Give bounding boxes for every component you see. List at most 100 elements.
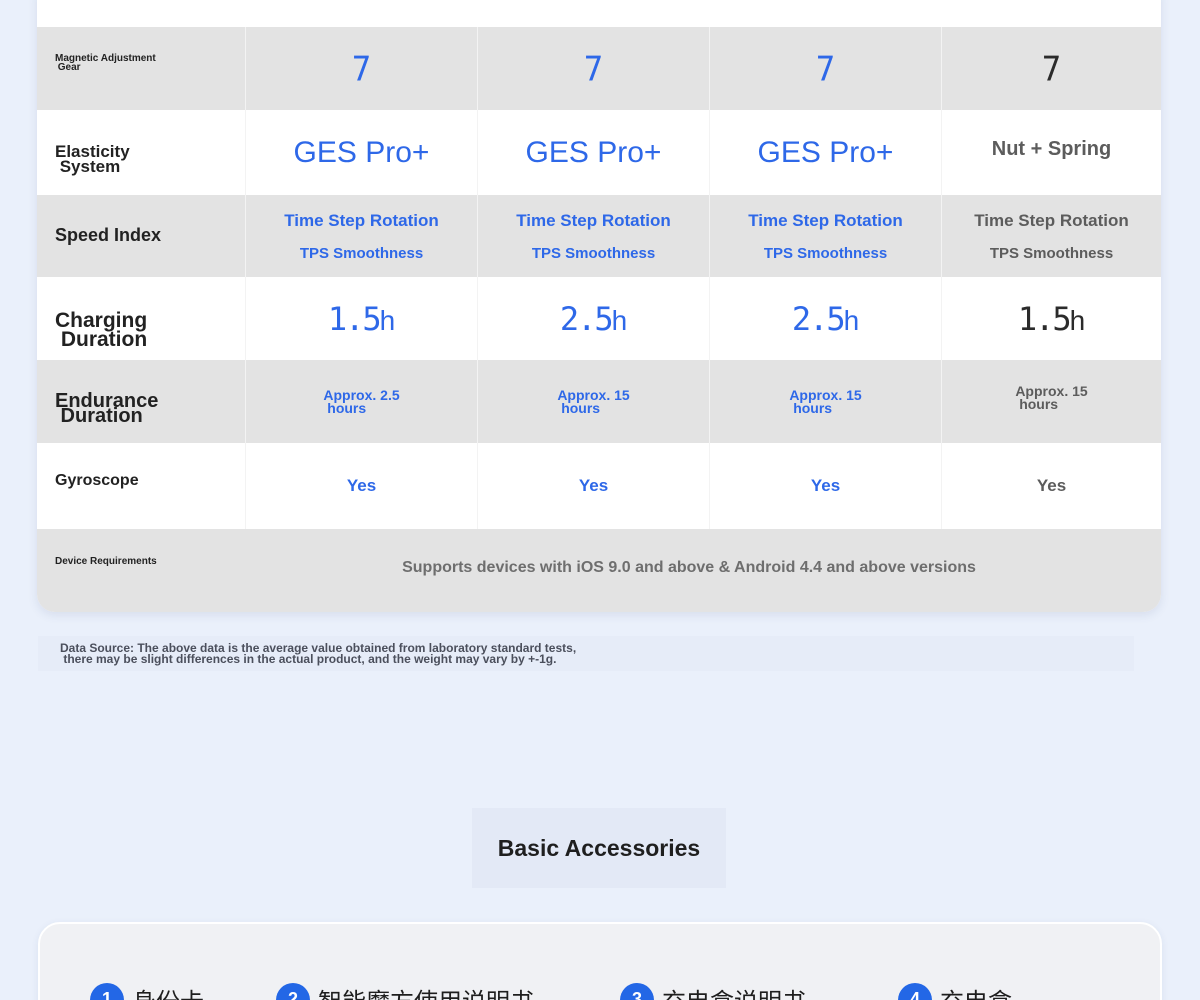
row-label: Elasticity System [37,110,246,195]
speed-secondary: TPS Smoothness [531,244,656,262]
charging-number: 1.5 [1017,299,1072,338]
table-cell: Yes [942,443,1161,529]
row-label-line: Duration [55,328,148,351]
charging-value: 2.5h [792,300,859,338]
endurance-line: hours [323,399,367,416]
row-label: Magnetic Adjustment Gear [37,27,246,110]
table-cell: GES Pro+ [478,110,710,195]
number-badge: 2 [276,982,310,1000]
row-label: Gyroscope [37,443,246,529]
table-row-magnetic-gear: Magnetic Adjustment Gear 7 7 7 7 [37,27,1161,110]
row-label-line: Duration [55,405,143,427]
gear-value: 7 [1041,48,1062,89]
charging-value: 2.5h [560,300,627,338]
speed-secondary: TPS Smoothness [299,244,424,262]
accessory-item: 4 充电盒 [898,982,1012,1000]
gear-value: 7 [583,48,604,89]
table-cell: Nut + Spring [942,110,1161,195]
requirements-text: Supports devices with iOS 9.0 and above … [402,559,976,576]
number-badge: 3 [620,982,654,1000]
gear-value: 7 [351,48,372,89]
row-label-line: Gear [55,62,81,73]
accessory-label: 充电盒 [940,982,1012,1000]
speed-primary: Time Step Rotation [974,210,1129,230]
gyroscope-value: Yes [1036,476,1067,495]
number-badge: 1 [90,982,124,1000]
row-label-line: System [55,157,121,176]
table-cell: Yes [710,443,942,529]
table-row-device-requirements: Device Requirements Supports devices wit… [37,529,1161,612]
table-row-elasticity: Elasticity System GES Pro+ GES Pro+ GES … [37,110,1161,195]
table-cell: Time Step Rotation TPS Smoothness [478,195,710,277]
table-cell: 7 [246,27,478,110]
row-label-line: Gyroscope [55,472,139,489]
endurance-line: hours [557,399,601,416]
table-cell: 1.5h [942,277,1161,360]
row-label: Speed Index [37,195,246,277]
charging-value: 1.5h [328,300,395,338]
accessory-item: 1 身份卡 [90,982,204,1000]
table-cell: Approx. 15 hours [478,360,710,443]
table-cell: 7 [710,27,942,110]
table-cell: GES Pro+ [246,110,478,195]
table-cell: Approx. 15 hours [710,360,942,443]
gear-value: 7 [815,48,836,89]
accessory-label: 身份卡 [132,982,204,1000]
table-cell: Approx. 2.5 hours [246,360,478,443]
speed-secondary: TPS Smoothness [763,244,888,262]
table-cell: Time Step Rotation TPS Smoothness [710,195,942,277]
charging-unit: h [611,304,628,336]
table-cell: Yes [478,443,710,529]
accessory-item: 2 智能魔方使用说明书 [276,982,534,1000]
charging-unit: h [1069,304,1086,336]
table-cell: 7 [942,27,1161,110]
endurance-line: hours [789,399,833,416]
table-row-speed-index: Speed Index Time Step Rotation TPS Smoot… [37,195,1161,277]
table-row-endurance-duration: Endurance Duration Approx. 2.5 hours App… [37,360,1161,443]
speed-primary: Time Step Rotation [284,210,439,230]
elasticity-value: GES Pro+ [525,135,662,169]
requirements-cell: Supports devices with iOS 9.0 and above … [37,529,1161,612]
section-title: Basic Accessories [497,834,701,861]
accessories-heading: Basic Accessories [472,808,726,888]
gyroscope-value: Yes [346,476,377,495]
spec-table: Magnetic Adjustment Gear 7 7 7 7 Elastic… [37,27,1161,612]
accessory-label: 充电盒说明书 [662,982,806,1000]
row-label: Endurance Duration [37,360,246,443]
charging-unit: h [843,304,860,336]
charging-value: 1.5h [1018,300,1085,338]
table-cell: GES Pro+ [710,110,942,195]
speed-primary: Time Step Rotation [748,210,903,230]
charging-number: 1.5 [327,299,382,338]
table-cell: Time Step Rotation TPS Smoothness [246,195,478,277]
elasticity-value: GES Pro+ [293,135,430,169]
charging-number: 2.5 [791,299,846,338]
data-source-footnote: Data Source: The above data is the avera… [38,636,1134,671]
number-badge: 4 [898,982,932,1000]
speed-secondary: TPS Smoothness [989,244,1114,262]
footnote-line: there may be slight differences in the a… [60,652,557,666]
table-row-gyroscope: Gyroscope Yes Yes Yes Yes [37,443,1161,529]
table-cell: 7 [478,27,710,110]
elasticity-value: GES Pro+ [757,135,894,169]
table-cell: Approx. 15 hours [942,360,1161,443]
accessories-card: 1 身份卡 2 智能魔方使用说明书 3 充电盒说明书 4 充电盒 [38,922,1162,1000]
elasticity-value: Nut + Spring [991,138,1112,160]
row-label-line: Speed Index [55,225,162,245]
accessory-label: 智能魔方使用说明书 [318,982,534,1000]
charging-unit: h [379,304,396,336]
charging-number: 2.5 [559,299,614,338]
spec-comparison-card: Magnetic Adjustment Gear 7 7 7 7 Elastic… [37,0,1161,612]
gyroscope-value: Yes [578,476,609,495]
row-label: Charging Duration [37,277,246,360]
table-row-charging-duration: Charging Duration 1.5h 2.5h 2.5h 1.5h [37,277,1161,360]
table-cell: 1.5h [246,277,478,360]
endurance-line: hours [1015,395,1059,412]
table-cell: Yes [246,443,478,529]
accessory-item: 3 充电盒说明书 [620,982,806,1000]
table-cell: 2.5h [710,277,942,360]
gyroscope-value: Yes [810,476,841,495]
table-cell: 2.5h [478,277,710,360]
speed-primary: Time Step Rotation [516,210,671,230]
table-cell: Time Step Rotation TPS Smoothness [942,195,1161,277]
